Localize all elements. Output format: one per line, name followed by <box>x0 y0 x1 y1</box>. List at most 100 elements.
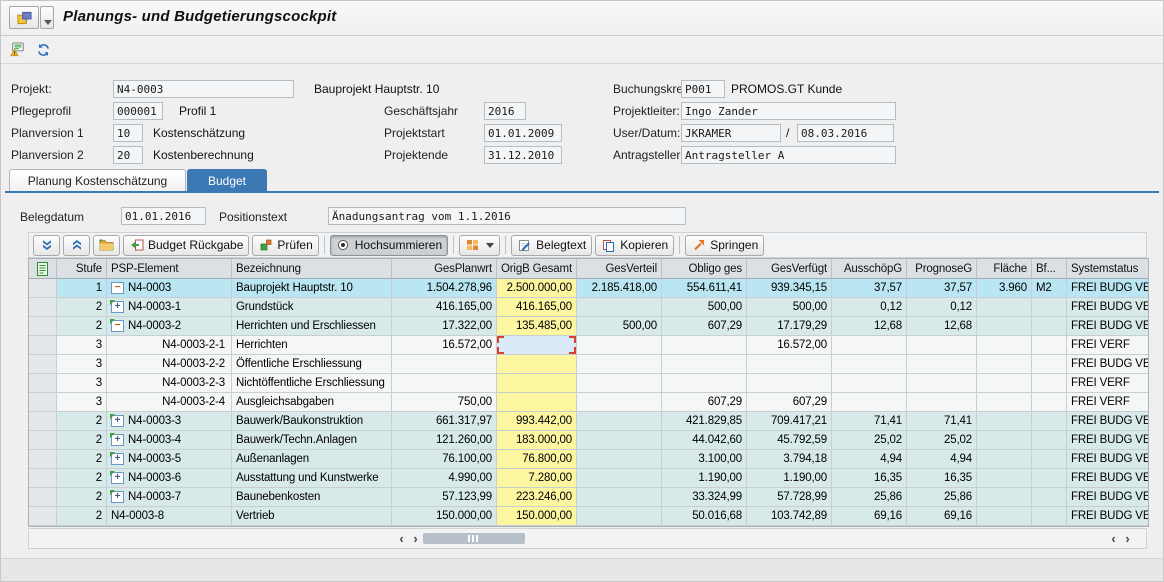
cell-psp[interactable]: N4-0003-2-1 <box>107 336 232 355</box>
cell-gesverfuegt[interactable]: 57.728,99 <box>747 488 832 507</box>
col-header-origb[interactable]: OrigB Gesamt <box>497 259 577 279</box>
cell-flaeche[interactable]: 3.960 <box>977 279 1032 298</box>
cell-stufe[interactable]: 2 <box>57 412 107 431</box>
cell-psp[interactable]: +N4-0003-6 <box>107 469 232 488</box>
cell-obligo[interactable]: 3.100,00 <box>662 450 747 469</box>
cell-prognoseg[interactable]: 25,86 <box>907 488 977 507</box>
hierarchy-expand-icon[interactable]: + <box>111 491 124 503</box>
projektende-field[interactable]: 31.12.2010 <box>484 146 562 164</box>
cell-status[interactable]: FREI BUDG VERF <box>1067 450 1148 469</box>
cell-prognoseg[interactable]: 71,41 <box>907 412 977 431</box>
cell-bezeichnung[interactable]: Herrichten und Erschliessen <box>232 317 392 336</box>
cell-obligo[interactable]: 44.042,60 <box>662 431 747 450</box>
cell-flaeche[interactable] <box>977 317 1032 336</box>
col-header-bezeichnung[interactable]: Bezeichnung <box>232 259 392 279</box>
row-select-cell[interactable] <box>29 279 57 298</box>
cell-gesverfuegt[interactable]: 939.345,15 <box>747 279 832 298</box>
cell-prognoseg[interactable]: 25,02 <box>907 431 977 450</box>
cell-status[interactable]: FREI BUDG VERF <box>1067 279 1148 298</box>
hierarchy-expand-icon[interactable]: + <box>111 453 124 465</box>
cell-gesverfuegt[interactable]: 16.572,00 <box>747 336 832 355</box>
cell-prognoseg[interactable]: 37,57 <box>907 279 977 298</box>
scroll-right-button[interactable]: › <box>409 530 422 547</box>
cell-obligo[interactable]: 607,29 <box>662 393 747 412</box>
cell-gesplanwrt[interactable]: 661.317,97 <box>392 412 497 431</box>
cell-bezeichnung[interactable]: Bauprojekt Hauptstr. 10 <box>232 279 392 298</box>
cell-gesplanwrt[interactable]: 4.990,00 <box>392 469 497 488</box>
cell-bezeichnung[interactable]: Grundstück <box>232 298 392 317</box>
belegtext-button[interactable]: Belegtext <box>511 235 592 256</box>
scroll-right-end-button[interactable]: › <box>1121 530 1134 547</box>
cell-gesverteil[interactable] <box>577 488 662 507</box>
cell-bf[interactable] <box>1032 507 1067 526</box>
cell-origb[interactable]: 76.800,00 <box>497 450 577 469</box>
cell-status[interactable]: FREI VERF <box>1067 374 1148 393</box>
col-header-flaeche[interactable]: Fläche <box>977 259 1032 279</box>
cell-bezeichnung[interactable]: Bauwerk/Baukonstruktion <box>232 412 392 431</box>
cell-psp[interactable]: −N4-0003 <box>107 279 232 298</box>
cell-status[interactable]: FREI BUDG VERF <box>1067 488 1148 507</box>
cell-ausschoepg[interactable]: 12,68 <box>832 317 907 336</box>
cell-gesplanwrt[interactable]: 16.572,00 <box>392 336 497 355</box>
cell-origb[interactable]: 2.500.000,00 <box>497 279 577 298</box>
cell-gesverfuegt[interactable]: 103.742,89 <box>747 507 832 526</box>
cell-psp[interactable]: N4-0003-2-4 <box>107 393 232 412</box>
belegdatum-field[interactable]: 01.01.2016 <box>121 207 206 225</box>
cell-gesverfuegt[interactable]: 607,29 <box>747 393 832 412</box>
cell-stufe[interactable]: 2 <box>57 469 107 488</box>
cell-stufe[interactable]: 3 <box>57 355 107 374</box>
cell-stufe[interactable]: 2 <box>57 317 107 336</box>
cell-status[interactable]: FREI VERF <box>1067 336 1148 355</box>
hierarchy-expand-icon[interactable]: + <box>111 415 124 427</box>
cell-origb[interactable] <box>497 355 577 374</box>
cell-bezeichnung[interactable]: Herrichten <box>232 336 392 355</box>
cell-gesverfuegt[interactable]: 45.792,59 <box>747 431 832 450</box>
cell-status[interactable]: FREI BUDG VERF <box>1067 355 1148 374</box>
services-for-object-dropdown-button[interactable] <box>40 6 54 29</box>
hierarchy-expand-icon[interactable]: + <box>111 434 124 446</box>
row-select-cell[interactable] <box>29 355 57 374</box>
row-select-cell[interactable] <box>29 298 57 317</box>
row-select-cell[interactable] <box>29 374 57 393</box>
cell-gesplanwrt[interactable]: 416.165,00 <box>392 298 497 317</box>
cell-origb[interactable]: 993.442,00 <box>497 412 577 431</box>
cell-status[interactable]: FREI BUDG VERF <box>1067 298 1148 317</box>
col-header-obligo[interactable]: Obligo ges <box>662 259 747 279</box>
cell-status[interactable]: FREI BUDG VERF <box>1067 469 1148 488</box>
cell-flaeche[interactable] <box>977 374 1032 393</box>
col-header-gesplanwrt[interactable]: GesPlanwrt <box>392 259 497 279</box>
cell-gesverteil[interactable]: 2.185.418,00 <box>577 279 662 298</box>
geschaeftsjahr-field[interactable]: 2016 <box>484 102 526 120</box>
layout-button[interactable] <box>459 235 500 256</box>
cell-flaeche[interactable] <box>977 412 1032 431</box>
expand-all-button[interactable] <box>63 235 90 256</box>
cell-gesverteil[interactable] <box>577 469 662 488</box>
cell-ausschoepg[interactable] <box>832 393 907 412</box>
cell-obligo[interactable]: 554.611,41 <box>662 279 747 298</box>
cell-bf[interactable] <box>1032 374 1067 393</box>
cell-flaeche[interactable] <box>977 355 1032 374</box>
cell-bf[interactable] <box>1032 431 1067 450</box>
cell-psp[interactable]: N4-0003-8 <box>107 507 232 526</box>
hochsummieren-button[interactable]: Hochsummieren <box>330 235 448 256</box>
projektstart-field[interactable]: 01.01.2009 <box>484 124 562 142</box>
cell-gesplanwrt[interactable]: 1.504.278,96 <box>392 279 497 298</box>
tab-planung-kostenschaetzung[interactable]: Planung Kostenschätzung <box>9 169 186 191</box>
cell-gesverteil[interactable] <box>577 507 662 526</box>
hierarchy-folder-button[interactable] <box>93 235 120 256</box>
planversion2-field[interactable]: 20 <box>113 146 143 164</box>
cell-flaeche[interactable] <box>977 507 1032 526</box>
cell-stufe[interactable]: 2 <box>57 488 107 507</box>
row-select-cell[interactable] <box>29 488 57 507</box>
cell-gesverfuegt[interactable] <box>747 355 832 374</box>
col-header-gesverteil[interactable]: GesVerteil <box>577 259 662 279</box>
cell-bezeichnung[interactable]: Öffentliche Erschliessung <box>232 355 392 374</box>
scrollbar-thumb[interactable] <box>423 533 525 544</box>
cell-psp[interactable]: +N4-0003-1 <box>107 298 232 317</box>
cell-gesplanwrt[interactable]: 17.322,00 <box>392 317 497 336</box>
cell-ausschoepg[interactable] <box>832 355 907 374</box>
cell-ausschoepg[interactable] <box>832 336 907 355</box>
cell-flaeche[interactable] <box>977 298 1032 317</box>
cell-gesverteil[interactable] <box>577 355 662 374</box>
cell-bf[interactable] <box>1032 450 1067 469</box>
